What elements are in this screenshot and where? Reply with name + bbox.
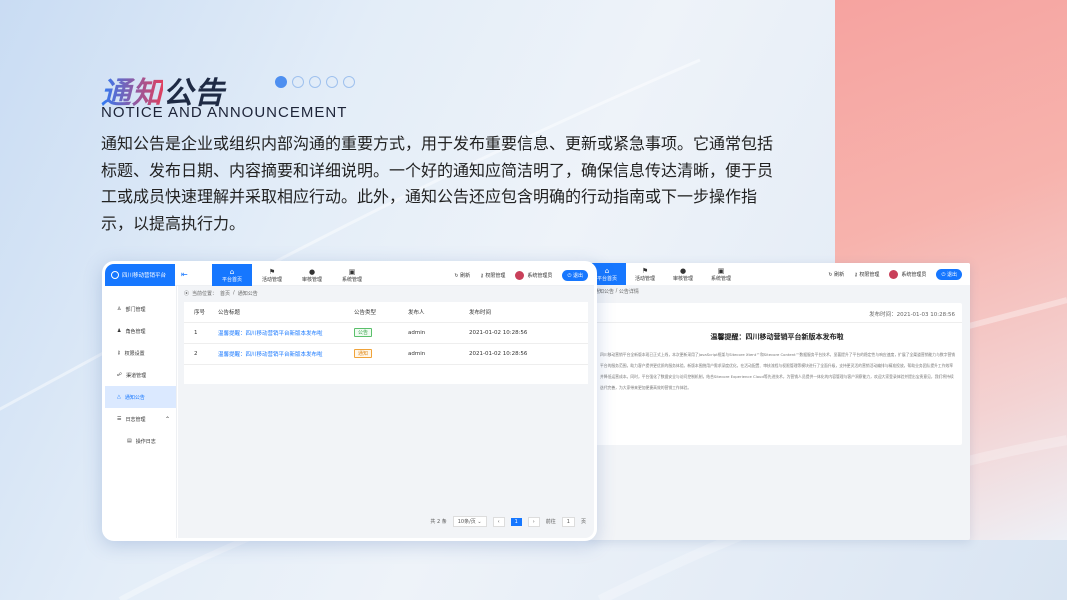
- description-text: 通知公告是企业或组织内部沟通的重要方式，用于发布重要信息、更新或紧急事项。它通常…: [101, 134, 774, 233]
- notice-table: 序号 公告标题 公告类型 发布人 发布时间 1 温馨提醒：四川移动营销平台新版本…: [184, 302, 588, 384]
- flag-icon: ⚑: [268, 267, 276, 276]
- app-logo[interactable]: 四川移动营销平台: [105, 264, 175, 286]
- key-icon: ⚷: [117, 350, 121, 356]
- sidebar-item-role[interactable]: ♟ 角色管理: [105, 320, 176, 342]
- doc-icon: ▤: [127, 438, 132, 444]
- detail-toolbar-right: ↻ 刷新 ⚷ 权限管理 系统管理员 ⏻ 退出: [828, 263, 962, 285]
- dot: [326, 76, 338, 88]
- channel-icon: ☍: [117, 372, 123, 378]
- page-size-select[interactable]: 10条/页 ⌄: [452, 516, 487, 527]
- detail-screenshot: ⌂ 平台首页 ⚑ 活动管理 ● 审核管理 ▣ 系统管理 ↻ 刷新 ⚷ 权限管理 系统管理…: [588, 263, 970, 540]
- location-icon: ⦿: [184, 290, 190, 297]
- app-topbar: 四川移动营销平台 ⇤ ⌂ 平台首页 ⚑ 活动管理 ● 审核管理 ▣ 系统管理 ↻ 刷新 …: [105, 264, 594, 286]
- system-icon: ▣: [717, 266, 725, 275]
- sidebar-item-permission[interactable]: ⚷ 权限设置: [105, 342, 176, 364]
- table-header: 序号 公告标题 公告类型 发布人 发布时间: [184, 302, 588, 323]
- divider: [592, 322, 962, 323]
- sidebar-item-log[interactable]: ☰ 日志管理 ⌃: [105, 408, 176, 430]
- user-menu[interactable]: 系统管理员: [515, 270, 552, 280]
- breadcrumb-current: 通知公告: [237, 290, 258, 297]
- sidebar-item-notice[interactable]: △ 通知公告: [105, 386, 176, 408]
- goto-page-input[interactable]: 1: [561, 516, 575, 527]
- col-no: 序号: [184, 302, 218, 323]
- org-icon: ♙: [117, 306, 122, 312]
- detail-nav-activity[interactable]: ⚑ 活动管理: [626, 263, 664, 285]
- home-icon: ⌂: [229, 267, 235, 276]
- dot: [292, 76, 304, 88]
- log-icon: ☰: [117, 416, 122, 422]
- avatar: [889, 269, 899, 279]
- sidebar: ♙ 部门管理 ♟ 角色管理 ⚷ 权限设置 ☍ 渠道管理 △ 通知公告 ☰ 日志管理 ⌃ ▤ 操作…: [105, 286, 177, 538]
- notice-detail-card: 发布时间：2021-01-03 10:28:56 温馨提醒：四川移动营销平台新版…: [592, 303, 962, 445]
- nav-audit[interactable]: ● 审核管理: [292, 264, 332, 286]
- publish-time: 发布时间：2021-01-03 10:28:56: [869, 312, 955, 318]
- next-page-button[interactable]: ›: [527, 516, 540, 527]
- page-number[interactable]: 1: [510, 517, 522, 526]
- cell-no: 1: [184, 322, 218, 344]
- cell-time: 2021-01-02 10:28:56: [469, 322, 588, 344]
- main-nav: ⌂ 平台首页 ⚑ 活动管理 ● 审核管理 ▣ 系统管理: [212, 264, 372, 286]
- detail-nav-audit[interactable]: ● 审核管理: [664, 263, 702, 285]
- dot-active: [275, 76, 287, 88]
- sidebar-item-department[interactable]: ♙ 部门管理: [105, 298, 176, 320]
- table-row[interactable]: 1 温馨提醒：四川移动营销平台新版本发布啦 公告 admin 2021-01-0…: [184, 322, 588, 344]
- dot: [343, 76, 355, 88]
- toolbar-right: ↻ 刷新 ⚷ 权限管理 系统管理员 ⏻ 退出: [454, 264, 588, 286]
- exit-button[interactable]: ⏻ 退出: [562, 269, 588, 281]
- total-count: 共 2 条: [430, 519, 447, 525]
- cell-publisher: admin: [408, 343, 469, 365]
- detail-main-nav: ⌂ 平台首页 ⚑ 活动管理 ● 审核管理 ▣ 系统管理: [588, 263, 740, 285]
- nav-system[interactable]: ▣ 系统管理: [332, 264, 372, 286]
- sidebar-item-operation-log[interactable]: ▤ 操作日志: [105, 430, 176, 452]
- dot: [309, 76, 321, 88]
- detail-refresh-button[interactable]: ↻ 刷新: [828, 271, 844, 278]
- collapse-menu-icon[interactable]: ⇤: [181, 270, 188, 279]
- user-icon: ●: [679, 266, 687, 275]
- detail-exit-button[interactable]: ⏻ 退出: [936, 268, 962, 280]
- sidebar-item-channel[interactable]: ☍ 渠道管理: [105, 364, 176, 386]
- user-icon: ●: [308, 267, 316, 276]
- pagination-dots: [275, 76, 355, 88]
- notice-title-link[interactable]: 温馨提醒：四川移动营销平台新版本发布啦: [218, 343, 354, 365]
- detail-user-menu[interactable]: 系统管理员: [889, 269, 926, 279]
- list-screenshot: 四川移动营销平台 ⇤ ⌂ 平台首页 ⚑ 活动管理 ● 审核管理 ▣ 系统管理 ↻ 刷新 …: [102, 261, 597, 541]
- role-icon: ♟: [117, 328, 122, 334]
- notice-title: 温馨提醒：四川移动营销平台新版本发布啦: [710, 333, 844, 341]
- breadcrumb: ⦿ 当前位置： 首页 / 通知公告: [184, 290, 258, 297]
- col-publisher: 发布人: [408, 302, 469, 323]
- refresh-button[interactable]: ↻ 刷新: [454, 272, 470, 279]
- detail-permission-button[interactable]: ⚷ 权限管理: [854, 271, 879, 278]
- nav-activity[interactable]: ⚑ 活动管理: [252, 264, 292, 286]
- breadcrumb-home[interactable]: 首页: [220, 290, 230, 297]
- flag-icon: ⚑: [641, 266, 649, 275]
- notice-body: 四川移动营销平台全新版本现已正式上线，本次更新采用了JavaScript框架与S…: [600, 352, 956, 390]
- cell-publisher: admin: [408, 322, 469, 344]
- chevron-up-icon: ⌃: [164, 415, 170, 423]
- col-time: 发布时间: [469, 302, 588, 323]
- detail-nav-system[interactable]: ▣ 系统管理: [702, 263, 740, 285]
- prev-page-button[interactable]: ‹: [492, 516, 505, 527]
- nav-home[interactable]: ⌂ 平台首页: [212, 264, 252, 286]
- detail-breadcrumb: 通知公告 / 公告详情: [594, 288, 639, 295]
- system-icon: ▣: [348, 267, 356, 276]
- col-title: 公告标题: [218, 302, 354, 323]
- pagination: 共 2 条 10条/页 ⌄ ‹ 1 › 前往 1 页: [430, 516, 586, 527]
- type-tag: 通知: [354, 349, 373, 358]
- permission-button[interactable]: ⚷ 权限管理: [480, 272, 505, 279]
- col-type: 公告类型: [354, 302, 408, 323]
- bell-icon: △: [117, 394, 121, 400]
- home-icon: ⌂: [604, 266, 610, 275]
- avatar: [515, 270, 525, 280]
- main-content: ⦿ 当前位置： 首页 / 通知公告 序号 公告标题 公告类型 发布人 发布时间: [178, 286, 594, 538]
- cell-time: 2021-01-02 10:28:56: [469, 343, 588, 365]
- table-row[interactable]: 2 温馨提醒：四川移动营销平台新版本发布啦 通知 admin 2021-01-0…: [184, 343, 588, 365]
- detail-topbar: ⌂ 平台首页 ⚑ 活动管理 ● 审核管理 ▣ 系统管理 ↻ 刷新 ⚷ 权限管理 系统管理…: [588, 263, 970, 285]
- cell-no: 2: [184, 343, 218, 365]
- type-tag: 公告: [354, 328, 373, 337]
- logo-icon: [111, 271, 119, 279]
- page-subtitle: NOTICE AND ANNOUNCEMENT: [101, 104, 348, 121]
- notice-title-link[interactable]: 温馨提醒：四川移动营销平台新版本发布啦: [218, 322, 354, 344]
